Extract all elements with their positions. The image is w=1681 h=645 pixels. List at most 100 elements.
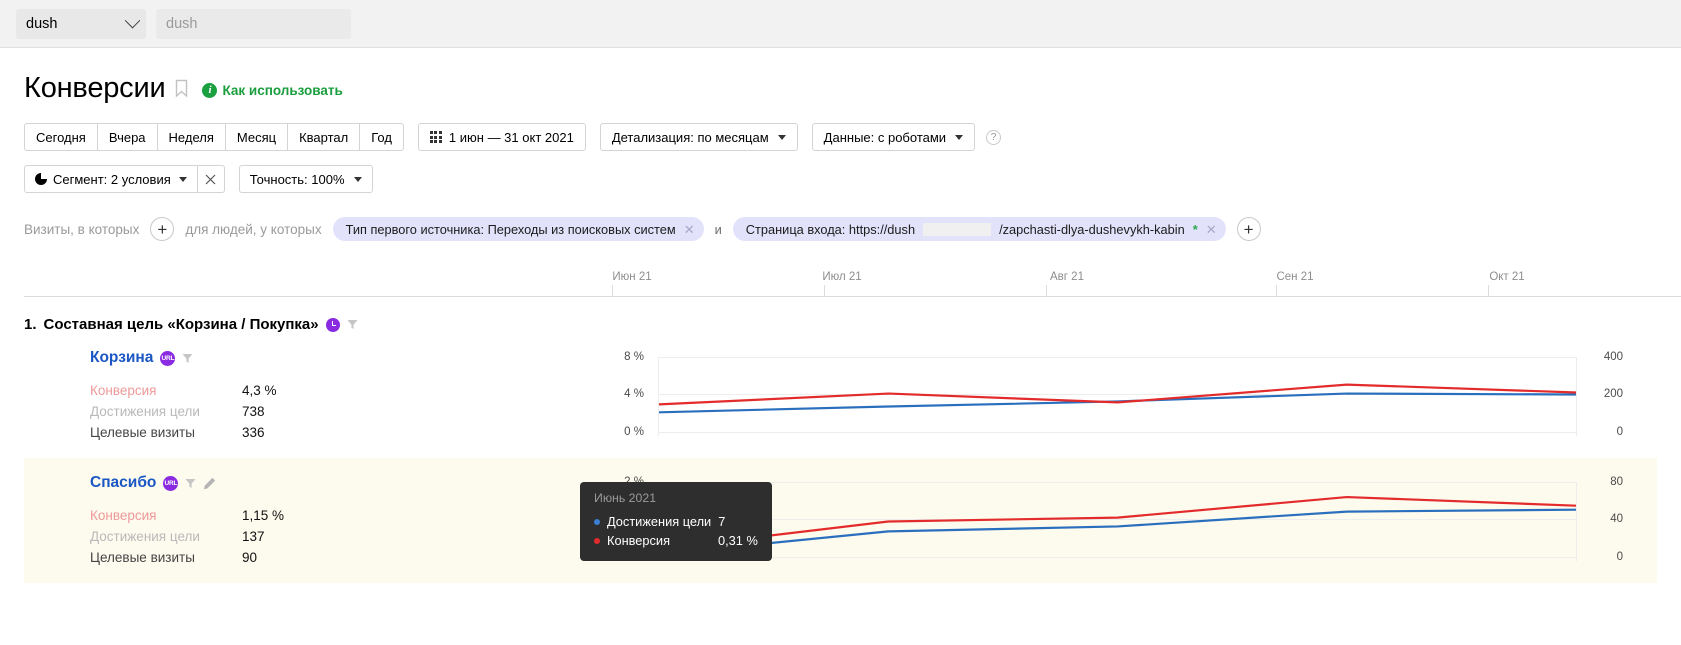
chart-lines [659,357,1576,436]
accuracy-dropdown[interactable]: Точность: 100% [239,165,373,193]
page-content: Конверсии i Как использовать Сегодня Вче… [0,74,1681,583]
legend-dot-icon [594,519,600,525]
help-icon[interactable]: ? [986,130,1001,145]
stat-key: Конверсия [90,380,242,401]
stat-key: Целевые визиты [90,422,242,443]
site-search-placeholder: dush [166,16,197,32]
filter-middle-label: для людей, у которых [185,222,321,237]
axis-label-oct: Окт 21 [1489,271,1524,283]
stat-row-goal-reaches: Достижения цели 137 [90,526,584,547]
close-icon[interactable]: ✕ [684,223,695,236]
metric-chart-spasibo[interactable]: 2 % 1 % 0 % 80 40 0 Июнь 2021 [584,474,1657,569]
site-selector[interactable]: dush [16,9,146,39]
tooltip-row-value: 0,31 % [718,531,758,550]
chart-plot-area [658,482,1577,561]
add-visit-condition-button[interactable]: + [150,217,174,241]
chart-tooltip: Июнь 2021 Достижения цели 7 Конверсия 0,… [580,482,772,561]
stat-key: Конверсия [90,505,242,526]
calendar-icon [430,131,442,143]
tooltip-row-name: Конверсия [607,531,711,550]
tooltip-row-goal-reaches: Достижения цели 7 [594,512,758,531]
filter-conjunction: и [715,222,722,237]
clear-segment-button[interactable] [198,165,225,193]
chevron-down-icon [125,13,141,29]
metric-title-row: Корзина URL [90,349,584,367]
axis-tick [1488,285,1489,297]
filter-prefix-label: Визиты, в которых [24,222,139,237]
how-to-use-link[interactable]: i Как использовать [202,83,342,98]
filter-chip-wildcard: * [1193,222,1198,237]
period-toolbar: Сегодня Вчера Неделя Месяц Квартал Год 1… [24,123,1657,151]
period-month[interactable]: Месяц [225,123,287,151]
filter-chip-label-before: Страница входа: https://dush [746,222,915,237]
goal-name: Составная цель «Корзина / Покупка» [44,316,319,333]
stat-row-goal-reaches: Достижения цели 738 [90,401,584,422]
title-row: Конверсии i Как использовать [24,74,1657,103]
y-axis-label-right: 40 [1610,513,1623,525]
data-source-dropdown[interactable]: Данные: с роботами [812,123,975,151]
axis-label-sep: Сен 21 [1276,271,1313,283]
site-selector-value: dush [26,16,57,32]
stat-value: 1,15 % [242,505,284,526]
stat-value: 4,3 % [242,380,277,401]
detail-level-dropdown[interactable]: Детализация: по месяцам [600,123,798,151]
segment-dropdown[interactable]: Сегмент: 2 условия [24,165,198,193]
axis-label-jun: Июн 21 [612,271,651,283]
chart-plot-area [658,357,1577,436]
period-yesterday[interactable]: Вчера [97,123,157,151]
segment-toolbar: Сегмент: 2 условия Точность: 100% [24,165,1657,193]
metric-stats: Конверсия 4,3 % Достижения цели 738 Целе… [90,380,584,443]
segment-label: Сегмент: 2 условия [53,172,171,187]
tooltip-row-conversion: Конверсия 0,31 % [594,531,758,550]
site-search-input[interactable]: dush [156,9,351,39]
axis-label-jul: Июл 21 [822,271,861,283]
filter-icon[interactable] [182,353,193,364]
composite-goal-icon [326,318,340,332]
stat-value: 137 [242,526,265,547]
add-filter-button[interactable]: + [1237,217,1261,241]
filter-chip-landing-page[interactable]: Страница входа: https://dush/zapchasti-d… [733,217,1226,241]
metric-name[interactable]: Спасибо [90,474,156,492]
metric-chart-korzina[interactable]: 8 % 4 % 0 % 400 200 0 [584,349,1657,444]
stat-key: Целевые визиты [90,547,242,568]
goal-header: 1. Составная цель «Корзина / Покупка» [24,316,1657,333]
url-badge-icon: URL [163,476,178,491]
axis-label-aug: Авг 21 [1050,271,1084,283]
metric-name[interactable]: Корзина [90,349,153,367]
accuracy-label: Точность: 100% [250,172,345,187]
filter-chip-label: Тип первого источника: Переходы из поиск… [346,222,676,237]
metric-block-korzina: Корзина URL Конверсия 4,3 % Достижения ц… [24,333,1657,458]
period-year[interactable]: Год [359,123,404,151]
period-week[interactable]: Неделя [157,123,225,151]
filter-icon[interactable] [185,478,196,489]
stat-row-conversion: Конверсия 4,3 % [90,380,584,401]
stat-key: Достижения цели [90,401,242,422]
bookmark-icon[interactable] [175,79,188,98]
y-axis-label-right: 0 [1617,426,1623,438]
close-icon[interactable]: ✕ [1206,223,1217,236]
filter-chip-source-type[interactable]: Тип первого источника: Переходы из поиск… [333,217,704,241]
period-quarter[interactable]: Квартал [287,123,359,151]
pie-chart-icon [35,173,47,185]
chevron-down-icon [955,135,963,140]
legend-dot-icon [594,538,600,544]
chevron-down-icon [179,177,187,182]
edit-pencil-icon[interactable] [203,477,216,490]
tooltip-row-name: Достижения цели [607,512,711,531]
y-axis-label-left: 0 % [584,426,644,438]
y-axis-label-left: 8 % [584,351,644,363]
redacted-domain-block [923,223,991,236]
stat-row-target-visits: Целевые визиты 336 [90,422,584,443]
filter-row: Визиты, в которых + для людей, у которых… [24,217,1657,241]
y-axis-label-right: 0 [1617,551,1623,563]
axis-line [24,296,1681,297]
filter-icon[interactable] [347,319,358,330]
data-source-label: Данные: с роботами [824,130,946,145]
metric-stats: Конверсия 1,15 % Достижения цели 137 Цел… [90,505,584,568]
period-today[interactable]: Сегодня [24,123,97,151]
stat-row-conversion: Конверсия 1,15 % [90,505,584,526]
stat-key: Достижения цели [90,526,242,547]
date-range-picker[interactable]: 1 июн — 31 окт 2021 [418,123,586,151]
axis-tick [612,285,613,297]
how-to-use-label: Как использовать [222,83,342,98]
